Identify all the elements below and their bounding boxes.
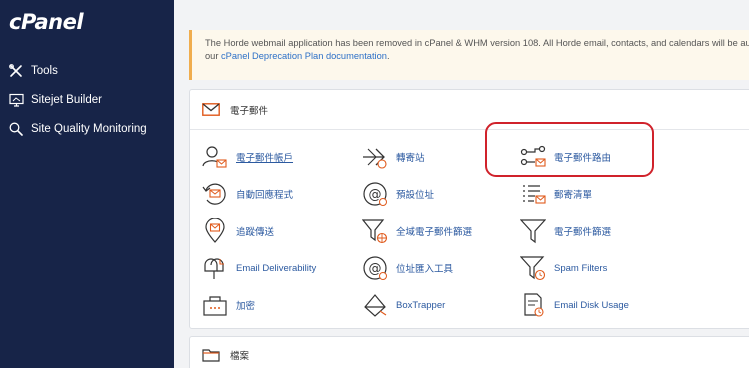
files-panel: 檔案 [189, 336, 749, 368]
tool-label: 預設位址 [396, 190, 435, 201]
tool-spam-filters[interactable]: Spam Filters [520, 251, 607, 285]
sidebar-item-label: Site Quality Monitoring [31, 122, 147, 135]
forwarders-icon [362, 144, 388, 170]
spam-filters-icon [520, 255, 546, 281]
tool-track-delivery[interactable]: 追蹤傳送 [202, 214, 274, 248]
notice-prefix: our [205, 51, 222, 61]
main-content: The Horde webmail application has been r… [174, 0, 749, 368]
tool-label: 加密 [236, 301, 256, 312]
email-panel-header[interactable]: 電子郵件 [190, 90, 749, 130]
tool-label: 轉寄站 [396, 153, 425, 164]
sidebar-item-label: Sitejet Builder [31, 93, 102, 106]
tool-label: 電子郵件篩選 [554, 227, 612, 238]
tool-label: 全域電子郵件篩選 [396, 227, 473, 238]
email-panel: 電子郵件 電子郵件帳戶 轉寄站 電子郵件路由 自動回應程式 @ 預設位址 郵寄清… [189, 89, 749, 329]
boxtrapper-icon [362, 292, 388, 318]
tool-autoresponders[interactable]: 自動回應程式 [202, 177, 293, 211]
tool-address-importer[interactable]: @ 位址匯入工具 [362, 251, 453, 285]
tool-boxtrapper[interactable]: BoxTrapper [362, 288, 445, 322]
email-accounts-icon [202, 144, 228, 170]
cpanel-logo[interactable]: cPanel [9, 10, 84, 34]
track-delivery-icon [202, 218, 228, 244]
email-filters-icon [520, 218, 546, 244]
sidebar: cPanel Tools Sitejet Builder Site Qualit… [0, 0, 174, 368]
sidebar-item-sitejet[interactable]: Sitejet Builder [0, 85, 174, 114]
tool-label: 電子郵件路由 [554, 153, 612, 164]
deprecation-plan-link[interactable]: cPanel Deprecation Plan documentation [221, 51, 387, 61]
tool-email-disk-usage[interactable]: Email Disk Usage [520, 288, 629, 322]
tool-email-routing[interactable]: 電子郵件路由 [520, 140, 611, 174]
sidebar-nav: Tools Sitejet Builder Site Quality Monit… [0, 56, 174, 143]
tool-label: 電子郵件帳戶 [236, 153, 294, 164]
tool-global-email-filters[interactable]: 全域電子郵件篩選 [362, 214, 472, 248]
tool-email-filters[interactable]: 電子郵件篩選 [520, 214, 611, 248]
tool-forwarders[interactable]: 轉寄站 [362, 140, 425, 174]
search-icon [8, 121, 24, 137]
tool-label: 追蹤傳送 [236, 227, 275, 238]
global-filters-icon [362, 218, 388, 244]
files-section-title: 檔案 [230, 351, 250, 362]
tool-email-deliverability[interactable]: Email Deliverability [202, 251, 316, 285]
deprecation-notice: The Horde webmail application has been r… [189, 30, 749, 80]
tool-label: 郵寄清單 [554, 190, 593, 201]
tool-label: BoxTrapper [396, 299, 446, 311]
encryption-icon [202, 292, 228, 318]
notice-suffix: . [386, 51, 390, 61]
tool-label: 位址匯入工具 [396, 264, 454, 275]
email-deliverability-icon [202, 255, 228, 281]
folder-icon [202, 348, 220, 362]
sitejet-icon [8, 92, 24, 108]
tool-label: Email Disk Usage [554, 299, 629, 311]
autoresponders-icon [202, 181, 228, 207]
sidebar-item-label: Tools [31, 64, 58, 77]
tool-label: Spam Filters [554, 262, 608, 274]
default-address-icon: @ [362, 181, 388, 207]
tool-encryption[interactable]: 加密 [202, 288, 255, 322]
address-importer-icon: @ [362, 255, 388, 281]
sidebar-item-site-quality[interactable]: Site Quality Monitoring [0, 114, 174, 143]
email-disk-usage-icon [520, 292, 546, 318]
tool-label: 自動回應程式 [236, 190, 294, 201]
envelope-icon [202, 103, 220, 116]
notice-line1: The Horde webmail application has been r… [205, 38, 749, 48]
tool-label: Email Deliverability [236, 262, 317, 274]
email-routing-icon [520, 144, 546, 170]
tool-email-accounts[interactable]: 電子郵件帳戶 [202, 140, 293, 174]
tool-default-address[interactable]: @ 預設位址 [362, 177, 434, 211]
files-panel-header[interactable]: 檔案 [190, 337, 749, 368]
tool-mailing-lists[interactable]: 郵寄清單 [520, 177, 592, 211]
mailing-lists-icon [520, 181, 546, 207]
tools-icon [8, 63, 24, 79]
sidebar-item-tools[interactable]: Tools [0, 56, 174, 85]
email-section-title: 電子郵件 [230, 105, 269, 117]
notice-line2: our cPanel Deprecation Plan documentatio… [205, 50, 749, 63]
